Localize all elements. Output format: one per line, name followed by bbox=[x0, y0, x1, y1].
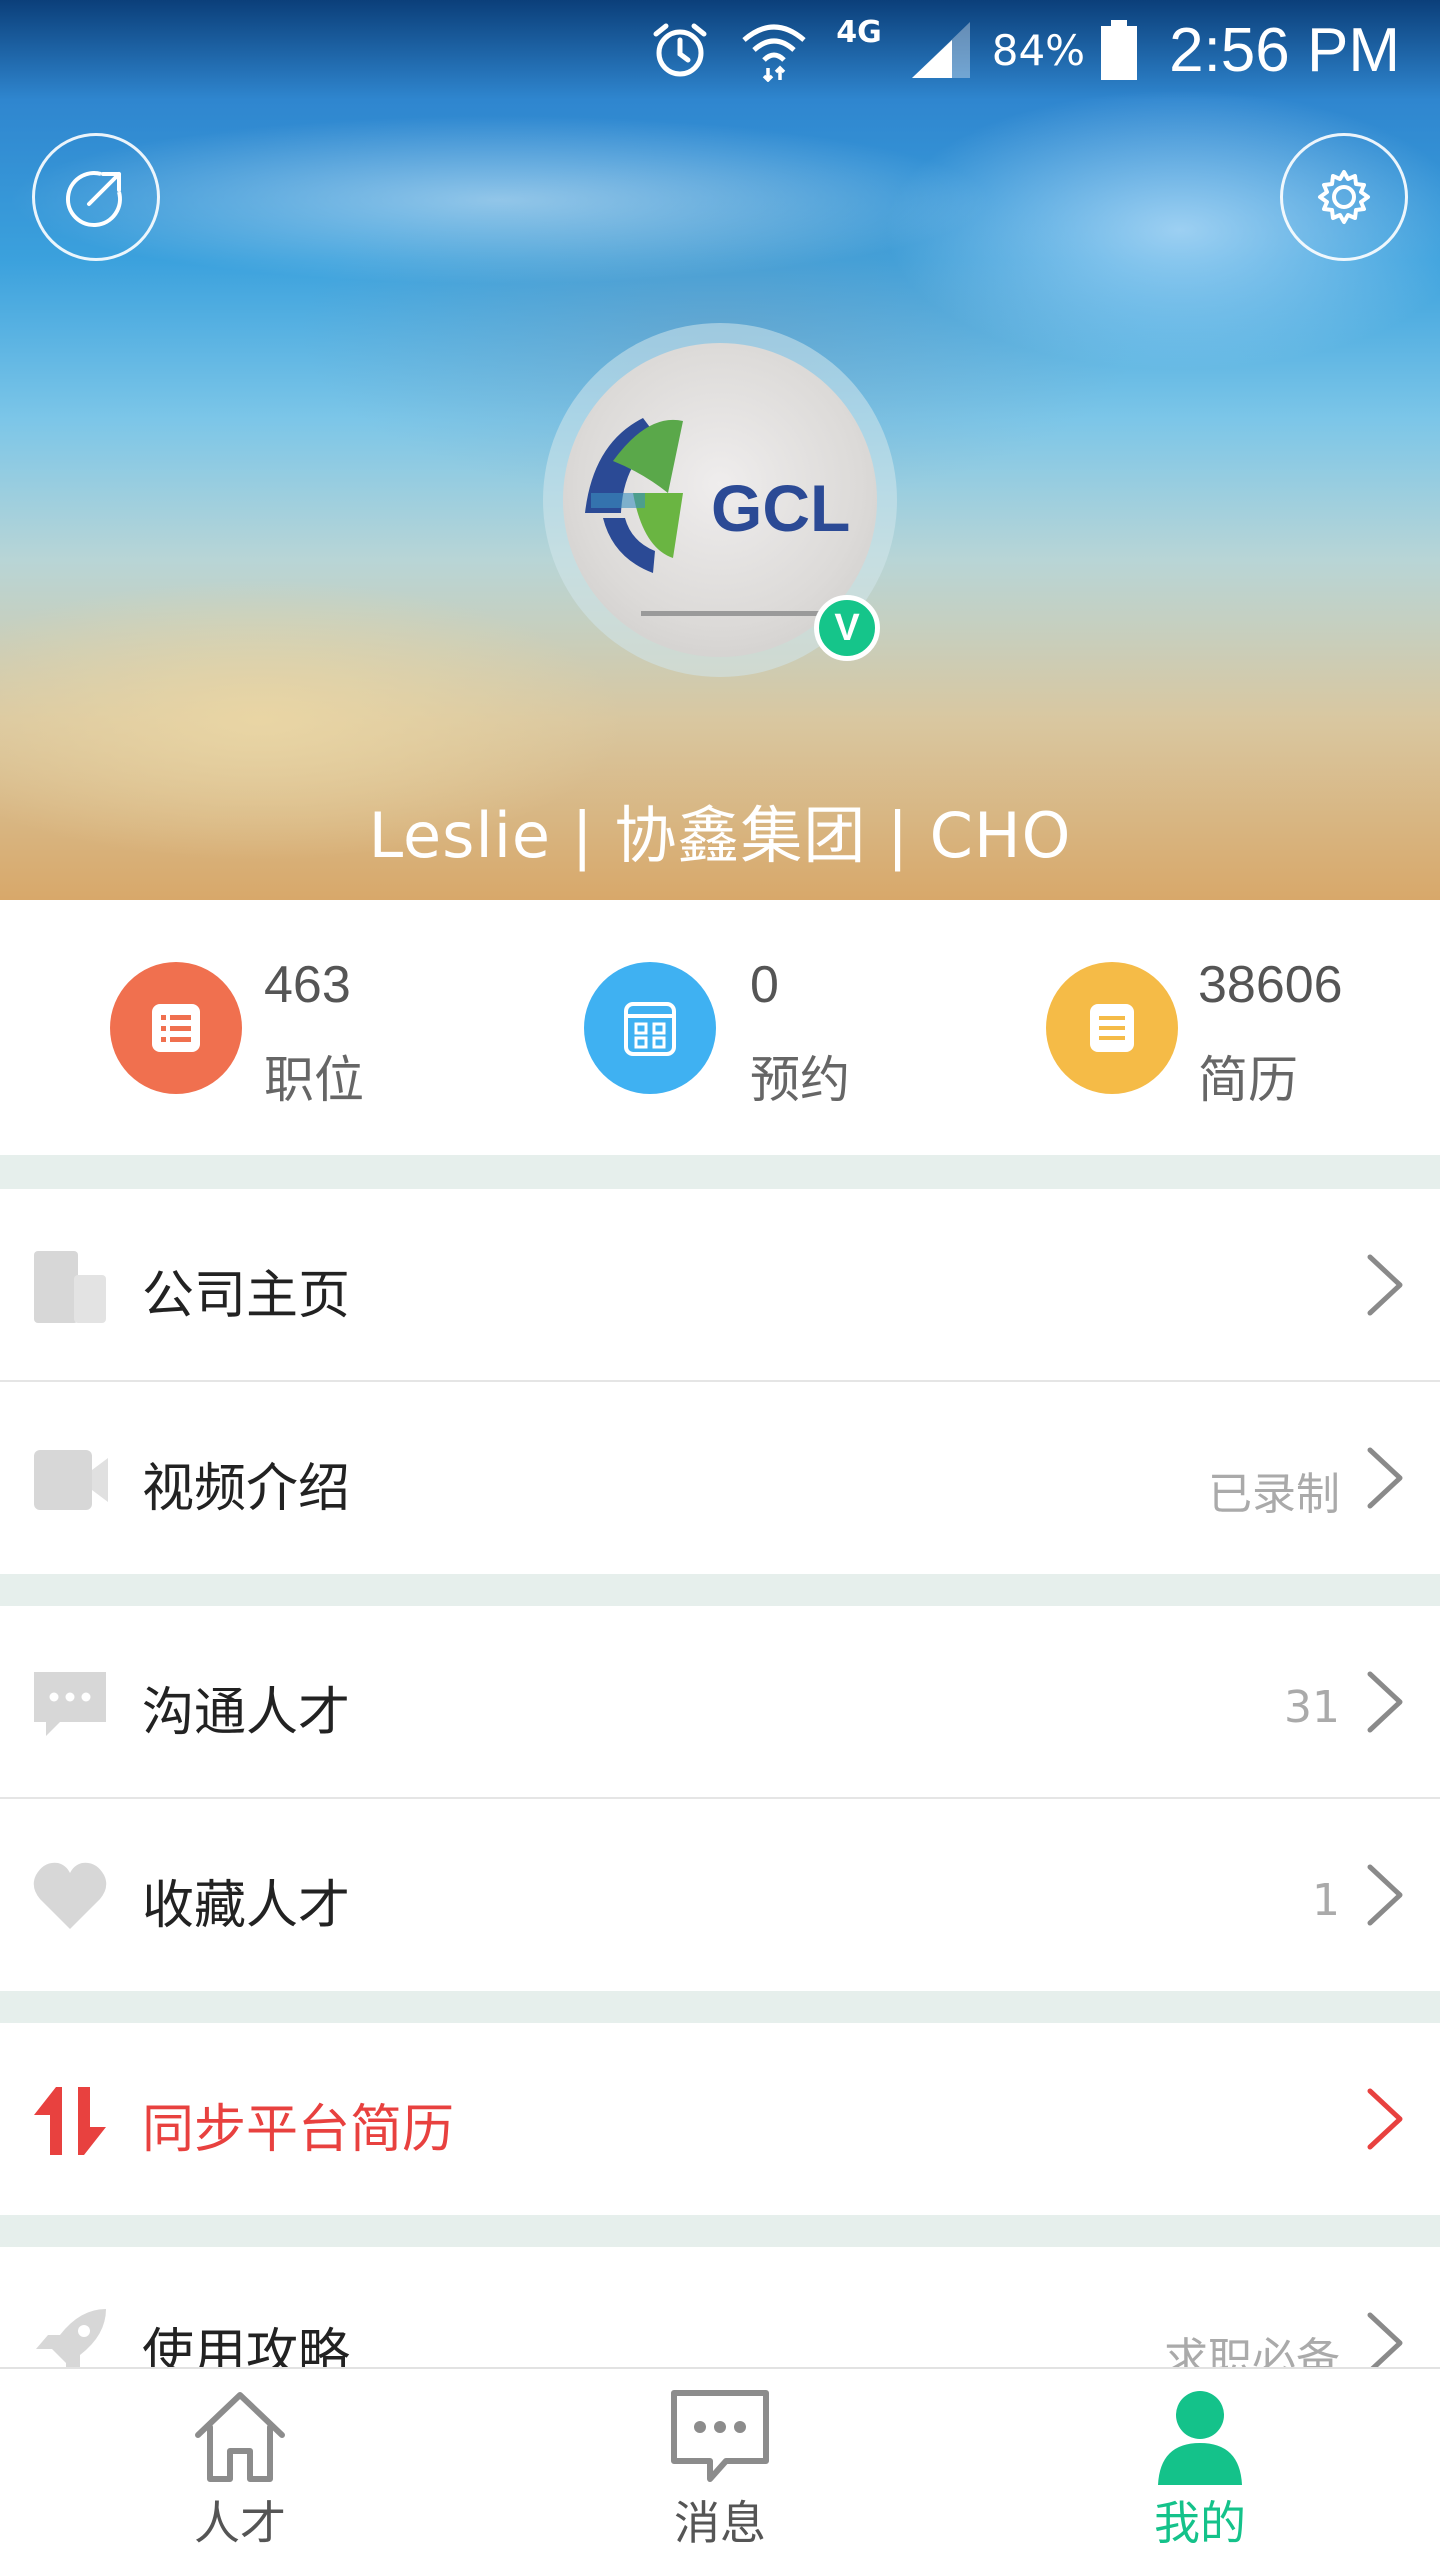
tab-label: 我的 bbox=[1154, 2496, 1246, 2550]
tab-label: 消息 bbox=[674, 2496, 766, 2550]
menu-company-homepage[interactable]: 公司主页 bbox=[0, 1189, 1440, 1381]
chat-bubble-icon bbox=[30, 1664, 110, 1744]
share-icon bbox=[66, 171, 122, 227]
tab-label: 人才 bbox=[194, 2496, 286, 2550]
battery-percentage: 84% bbox=[991, 25, 1086, 75]
sync-arrows-icon bbox=[30, 2081, 110, 2161]
stat-resumes[interactable]: 38606 简历 bbox=[940, 900, 1440, 1155]
menu-label: 视频介绍 bbox=[142, 1459, 351, 1519]
status-bar: 4G 84% 2:56 PM bbox=[0, 0, 1440, 100]
profile-header: 4G 84% 2:56 PM GCL V Leslie | 协鑫集团 | CHO bbox=[0, 0, 1440, 900]
tab-messages[interactable]: 消息 bbox=[570, 2369, 870, 2560]
settings-button[interactable] bbox=[1280, 133, 1408, 261]
network-type: 4G bbox=[836, 14, 882, 50]
menu-label: 公司主页 bbox=[142, 1266, 351, 1326]
tab-mine[interactable]: 我的 bbox=[1050, 2369, 1350, 2560]
stat-appointments[interactable]: 0 预约 bbox=[440, 900, 940, 1155]
wifi-icon bbox=[738, 18, 810, 82]
verified-badge: V bbox=[814, 595, 880, 661]
menu-label: 同步平台简历 bbox=[142, 2100, 455, 2160]
bottom-tab-bar: 人才 消息 我的 bbox=[0, 2367, 1440, 2560]
list-icon bbox=[110, 962, 242, 1094]
profile-name: Leslie | 协鑫集团 | CHO bbox=[368, 799, 1072, 872]
header-background bbox=[0, 100, 1440, 300]
chevron-right-icon bbox=[1367, 2088, 1403, 2150]
section-gap bbox=[0, 1155, 1440, 1189]
menu-value: 1 bbox=[1312, 1875, 1340, 1926]
document-icon bbox=[1046, 962, 1178, 1094]
avatar-logo-text: GCL bbox=[711, 471, 850, 545]
menu-sync-resumes[interactable]: 同步平台简历 bbox=[0, 2023, 1440, 2215]
message-icon bbox=[671, 2390, 769, 2482]
stat-label: 简历 bbox=[1198, 1051, 1298, 1109]
home-icon bbox=[195, 2392, 285, 2482]
stat-positions[interactable]: 463 职位 bbox=[0, 900, 440, 1155]
heart-icon bbox=[30, 1857, 110, 1937]
alarm-icon bbox=[648, 18, 712, 82]
clock: 2:56 PM bbox=[1169, 15, 1400, 85]
section-gap bbox=[0, 2215, 1440, 2247]
section-gap bbox=[0, 1991, 1440, 2023]
menu-value: 已录制 bbox=[1208, 1469, 1340, 1520]
menu-label: 收藏人才 bbox=[142, 1876, 351, 1936]
tab-talents[interactable]: 人才 bbox=[90, 2369, 390, 2560]
chevron-right-icon bbox=[1367, 1254, 1403, 1316]
chevron-right-icon bbox=[1367, 1671, 1403, 1733]
menu-video-intro[interactable]: 视频介绍 已录制 bbox=[0, 1382, 1440, 1574]
menu-label: 沟通人才 bbox=[142, 1683, 351, 1743]
section-gap bbox=[0, 1574, 1440, 1606]
share-button[interactable] bbox=[32, 133, 160, 261]
person-icon bbox=[1158, 2391, 1242, 2485]
stat-value: 0 bbox=[750, 956, 779, 1014]
menu-favorite-talents[interactable]: 收藏人才 1 bbox=[0, 1799, 1440, 1991]
chevron-right-icon bbox=[1367, 1864, 1403, 1926]
stat-label: 职位 bbox=[264, 1051, 364, 1109]
stats-bar: 463 职位 0 预约 38606 简历 bbox=[0, 900, 1440, 1155]
menu-value: 31 bbox=[1284, 1682, 1340, 1733]
chevron-right-icon bbox=[1367, 2312, 1403, 2374]
chevron-right-icon bbox=[1367, 1447, 1403, 1509]
building-icon bbox=[30, 1247, 110, 1327]
menu-chat-talents[interactable]: 沟通人才 31 bbox=[0, 1606, 1440, 1798]
stat-value: 38606 bbox=[1198, 956, 1343, 1014]
signal-icon bbox=[908, 18, 974, 82]
battery-icon bbox=[1099, 18, 1139, 82]
gear-icon bbox=[1318, 170, 1370, 224]
stat-label: 预约 bbox=[750, 1051, 850, 1109]
video-camera-icon bbox=[30, 1440, 110, 1520]
stat-value: 463 bbox=[264, 956, 351, 1014]
calendar-icon bbox=[584, 962, 716, 1094]
